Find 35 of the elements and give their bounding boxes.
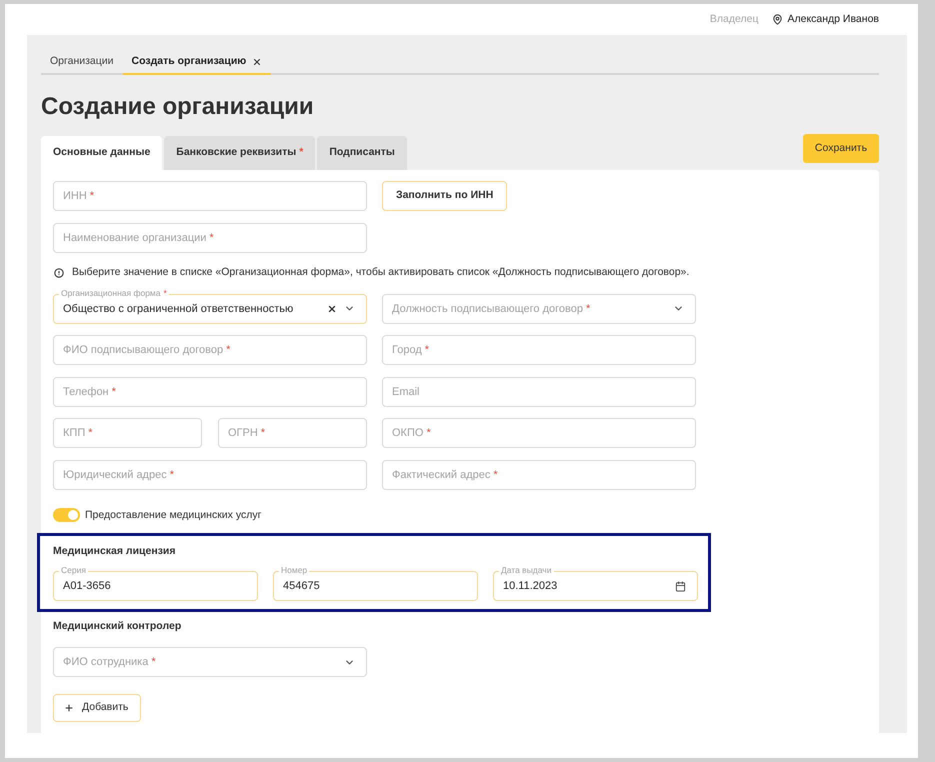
input-field[interactable]: Телефон *	[53, 376, 367, 406]
select-field[interactable]: Должность подписывающего договор *	[382, 294, 696, 324]
form-tab[interactable]: Основные данные	[41, 136, 162, 170]
input-field[interactable]: ИНН *	[53, 181, 367, 211]
clear-icon[interactable]	[327, 304, 337, 314]
input-field[interactable]: Город *	[382, 335, 696, 365]
input-field[interactable]: Email	[382, 376, 696, 406]
section-title: Медицинская лицензия	[53, 544, 176, 558]
input-field[interactable]: КПП *	[53, 418, 202, 448]
input-field[interactable]: ФИО подписывающего договор *	[53, 335, 367, 365]
save-button[interactable]: Сохранить	[803, 134, 879, 163]
select-field[interactable]: ФИО сотрудника *	[53, 647, 367, 678]
input-field[interactable]: Фактический адрес *	[382, 460, 696, 490]
input-field[interactable]: Юридический адрес *	[53, 460, 367, 490]
input-field[interactable]: ОГРН *	[218, 418, 367, 448]
fill-by-inn-button[interactable]: Заполнить по ИНН	[382, 181, 508, 211]
page-tab[interactable]: Создать организацию	[122, 51, 272, 75]
calendar-icon[interactable]	[675, 580, 686, 592]
input-field[interactable]: ОКПО *	[382, 418, 696, 448]
page-tab[interactable]: Организации	[41, 51, 123, 75]
user-name: Александр Иванов	[787, 12, 879, 27]
add-button[interactable]: Добавить	[53, 694, 142, 722]
alert-icon	[54, 268, 64, 278]
role-label: Владелец	[710, 12, 758, 27]
close-icon[interactable]	[252, 57, 262, 67]
page-title: Создание организации	[41, 92, 314, 122]
input-field[interactable]: Наименование организации *	[53, 222, 367, 252]
section-title: Медицинский контролер	[53, 619, 182, 634]
toggle-switch[interactable]	[53, 508, 80, 522]
plus-icon	[64, 703, 74, 714]
location-pin-icon	[772, 14, 784, 25]
toggle-label: Предоставление медицинских услуг	[85, 508, 262, 522]
form-tab[interactable]: Банковские реквизиты *	[164, 136, 316, 170]
form-tab[interactable]: Подписанты	[317, 136, 407, 170]
notice-text: Выберите значение в списке «Организационная форма», чтобы активировать список «Должность подписывающего договор».	[72, 265, 690, 280]
